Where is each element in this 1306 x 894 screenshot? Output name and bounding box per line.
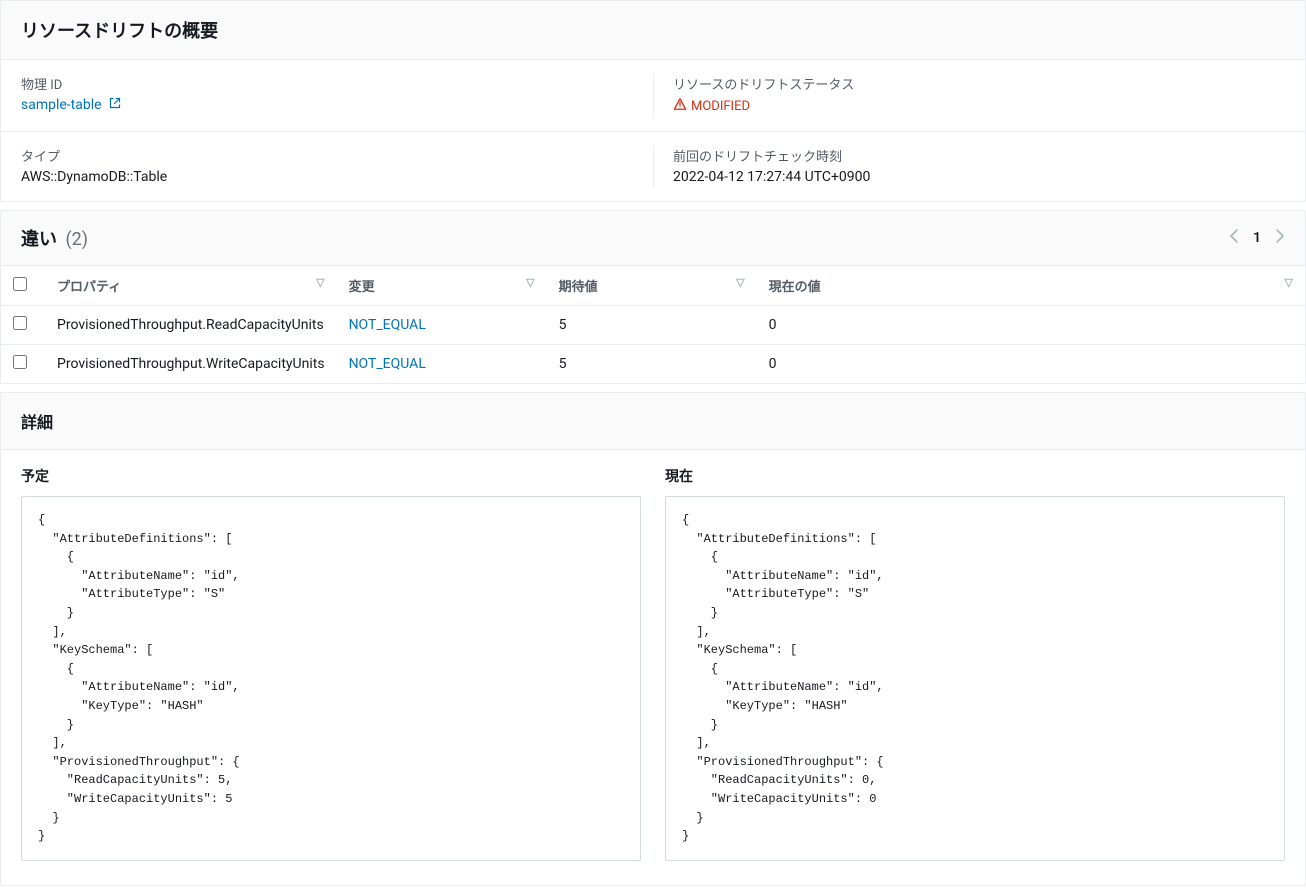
drift-status-value: MODIFIED [691,99,750,114]
cell-expected: 5 [547,345,757,384]
cell-property: ProvisionedThroughput.WriteCapacityUnits [45,345,337,384]
cell-current: 0 [757,306,1305,345]
resource-type-field: タイプ AWS::DynamoDB::Table [1,132,653,201]
pagination: 1 [1229,229,1285,247]
column-property-label: プロパティ [57,280,121,295]
physical-id-link[interactable]: sample-table [21,97,121,113]
expected-json: { "AttributeDefinitions": [ { "Attribute… [21,496,641,861]
details-title: 詳細 [1,393,1305,450]
table-row: ProvisionedThroughput.ReadCapacityUnits … [1,306,1305,345]
sort-icon: ▽ [1285,276,1293,289]
row-checkbox[interactable] [13,316,27,330]
overview-title: リソースドリフトの概要 [1,1,1305,60]
differences-title: 違い (2) [21,225,88,251]
cell-change-link[interactable]: NOT_EQUAL [349,356,426,372]
drift-status-label: リソースのドリフトステータス [673,74,1285,93]
row-checkbox[interactable] [13,355,27,369]
column-current[interactable]: 現在の値 ▽ [757,266,1305,306]
resource-type-label: タイプ [21,146,633,165]
drift-status-field: リソースのドリフトステータス MODIFIED [653,60,1305,131]
last-check-label: 前回のドリフトチェック時刻 [673,146,1285,165]
cell-property: ProvisionedThroughput.ReadCapacityUnits [45,306,337,345]
expected-column: 予定 { "AttributeDefinitions": [ { "Attrib… [21,466,641,861]
details-panel: 詳細 予定 { "AttributeDefinitions": [ { "Att… [0,392,1306,886]
page-current: 1 [1253,230,1261,246]
table-header-row: プロパティ ▽ 変更 ▽ 期待値 ▽ 現在の値 ▽ [1,266,1305,306]
differences-count: (2) [65,229,88,250]
current-title: 現在 [665,466,1285,486]
column-current-label: 現在の値 [769,280,821,295]
column-expected-label: 期待値 [559,280,598,295]
differences-title-text: 違い [21,229,57,250]
current-column: 現在 { "AttributeDefinitions": [ { "Attrib… [665,466,1285,861]
page-next-button[interactable] [1275,229,1285,247]
status-badge: MODIFIED [673,97,750,115]
cell-change-link[interactable]: NOT_EQUAL [349,317,426,333]
cell-current: 0 [757,345,1305,384]
overview-panel: リソースドリフトの概要 物理 ID sample-table [0,0,1306,202]
select-all-checkbox[interactable] [13,277,27,291]
differences-table: プロパティ ▽ 変更 ▽ 期待値 ▽ 現在の値 ▽ [1,266,1305,383]
differences-panel: 違い (2) 1 プロパティ ▽ 変更 ▽ [0,210,1306,384]
column-change-label: 変更 [349,280,375,295]
last-check-value: 2022-04-12 17:27:44 UTC+0900 [673,169,1285,185]
last-check-field: 前回のドリフトチェック時刻 2022-04-12 17:27:44 UTC+09… [653,132,1305,201]
column-change[interactable]: 変更 ▽ [337,266,547,306]
chevron-left-icon [1229,229,1239,243]
resource-type-value: AWS::DynamoDB::Table [21,169,633,185]
expected-title: 予定 [21,466,641,486]
sort-icon: ▽ [526,276,534,289]
sort-icon: ▽ [736,276,744,289]
external-link-icon [109,97,121,113]
column-expected[interactable]: 期待値 ▽ [547,266,757,306]
current-json: { "AttributeDefinitions": [ { "Attribute… [665,496,1285,861]
chevron-right-icon [1275,229,1285,243]
cell-expected: 5 [547,306,757,345]
column-property[interactable]: プロパティ ▽ [45,266,337,306]
physical-id-value: sample-table [21,97,102,113]
sort-icon: ▽ [316,276,324,289]
table-row: ProvisionedThroughput.WriteCapacityUnits… [1,345,1305,384]
warning-icon [673,97,687,115]
page-prev-button[interactable] [1229,229,1239,247]
physical-id-label: 物理 ID [21,74,633,93]
physical-id-field: 物理 ID sample-table [1,60,653,131]
